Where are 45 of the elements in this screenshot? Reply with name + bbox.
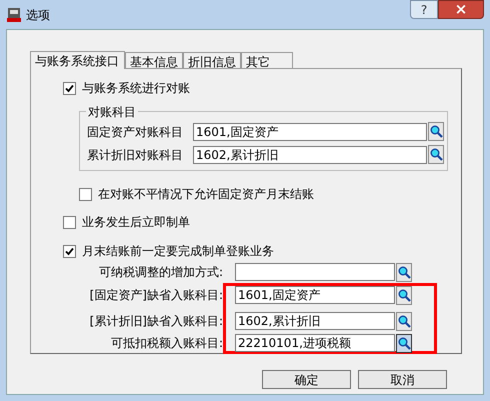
search-button[interactable] [396,334,412,352]
tab[interactable]: 折旧信息 [183,52,241,68]
input-field[interactable]: 22210101,进项税额 [235,334,395,352]
field-label: 累计折旧对账科目 [87,146,184,164]
app-icon [6,6,22,22]
help-button[interactable]: ? [410,0,438,19]
search-icon [398,266,410,278]
input-field[interactable]: 1601,固定资产 [193,122,427,140]
group-title: 对账科目 [86,103,138,121]
field-label: [固定资产]缺省入账科目: [88,287,223,304]
checkbox[interactable] [79,188,92,200]
checkbox[interactable] [63,244,76,258]
field-label: [累计折旧]缺省入账科目: [88,313,223,330]
tab[interactable]: 与账务系统接口 [30,51,125,69]
input-field[interactable]: 1602,累计折旧 [193,146,427,164]
checkbox-label: 与账务系统进行对账 [82,80,190,97]
checkbox[interactable] [63,216,76,228]
dialog-button[interactable]: 取消 [358,370,447,389]
search-button[interactable] [428,122,444,141]
tab[interactable]: 基本信息 [125,52,183,68]
check-icon [65,246,74,256]
input-field[interactable] [235,263,395,281]
field-label: 可纳税调整的增加方式: [98,264,223,281]
close-button[interactable]: × [438,0,484,19]
dialog-button[interactable]: 确定 [262,370,351,389]
field-label: 可抵扣税额入账科目: [110,335,223,352]
search-button[interactable] [396,286,412,304]
window-title: 选项 [26,6,50,24]
checkbox-label: 在对账不平情况下允许固定资产月末结账 [98,186,314,203]
search-button[interactable] [428,145,444,164]
check-icon [65,84,74,92]
tab[interactable]: 其它 [241,52,293,68]
checkbox-label: 月末结账前一定要完成制单登账业务 [82,243,274,260]
input-field[interactable]: 1601,固定资产 [235,286,395,304]
checkbox[interactable] [63,82,76,94]
field-label: 固定资产对账科目 [87,124,184,140]
search-icon [430,125,442,138]
search-button[interactable] [396,312,412,330]
search-icon [430,148,442,161]
search-icon [398,314,410,328]
checkbox-label: 业务发生后立即制单 [82,214,190,231]
search-icon [398,288,410,302]
search-icon [398,336,410,350]
input-field[interactable]: 1602,累计折旧 [235,312,395,330]
search-button[interactable] [396,262,412,282]
